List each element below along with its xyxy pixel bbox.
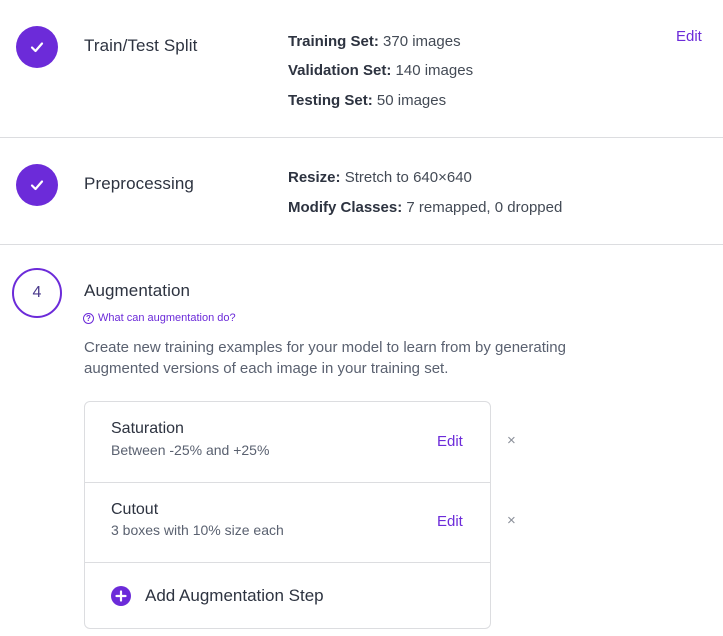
add-augmentation-step-button[interactable]: Add Augmentation Step [111,586,324,606]
training-set-value: 370 images [383,33,461,50]
augmentation-help-label: What can augmentation do? [98,312,236,324]
split-complete-check-icon [16,26,58,68]
augmentation-description: Create new training examples for your mo… [84,339,566,377]
question-circle-icon: ? [83,312,94,324]
augmentation-title: Augmentation [84,281,191,300]
remove-saturation-close-icon[interactable]: × [507,432,516,449]
augmentation-item-detail: 3 boxes with 10% size each [111,522,284,538]
modify-classes-row: Modify Classes: 7 remapped, 0 dropped [288,199,562,216]
training-set-label: Training Set: [288,33,379,50]
modify-classes-value: 7 remapped, 0 dropped [406,199,563,216]
cutout-edit-link[interactable]: Edit [437,513,463,530]
remove-cutout-close-icon[interactable]: × [507,512,516,529]
augmentation-item-cutout: Cutout 3 boxes with 10% size each Edit [85,483,490,562]
resize-value: Stretch to 640×640 [344,169,472,186]
split-title: Train/Test Split [84,36,198,55]
saturation-edit-link[interactable]: Edit [437,433,463,450]
preprocessing-complete-check-icon [16,164,58,206]
augmentation-item-name: Saturation [111,420,184,437]
testing-set-label: Testing Set: [288,92,373,109]
add-augmentation-step-label: Add Augmentation Step [145,586,324,605]
testing-set-row: Testing Set: 50 images [288,92,446,109]
resize-row: Resize: Stretch to 640×640 [288,169,472,186]
card-row-divider [85,562,490,563]
preprocessing-title: Preprocessing [84,174,194,193]
augmentation-step-number: 4 [12,268,62,318]
testing-set-value: 50 images [376,92,447,109]
augmentation-item-name: Cutout [111,501,159,518]
train-test-split-section: Train/Test Split Training Set: 370 image… [0,0,723,137]
preprocessing-section: Preprocessing Resize: Stretch to 640×640… [0,138,723,244]
augmentation-item-detail: Between -25% and +25% [111,442,270,458]
plus-circle-icon [111,586,131,606]
validation-set-row: Validation Set: 140 images [288,62,473,79]
resize-label: Resize: [288,169,341,186]
section-divider [0,244,723,245]
augmentation-item-saturation: Saturation Between -25% and +25% Edit [85,402,490,482]
split-edit-link[interactable]: Edit [676,28,702,45]
validation-set-label: Validation Set: [288,62,392,79]
modify-classes-label: Modify Classes: [288,199,403,216]
augmentation-steps-card: Saturation Between -25% and +25% Edit Cu… [84,401,491,629]
training-set-row: Training Set: 370 images [288,33,461,50]
augmentation-help-link[interactable]: ? What can augmentation do? [83,312,236,324]
validation-set-value: 140 images [395,62,474,79]
